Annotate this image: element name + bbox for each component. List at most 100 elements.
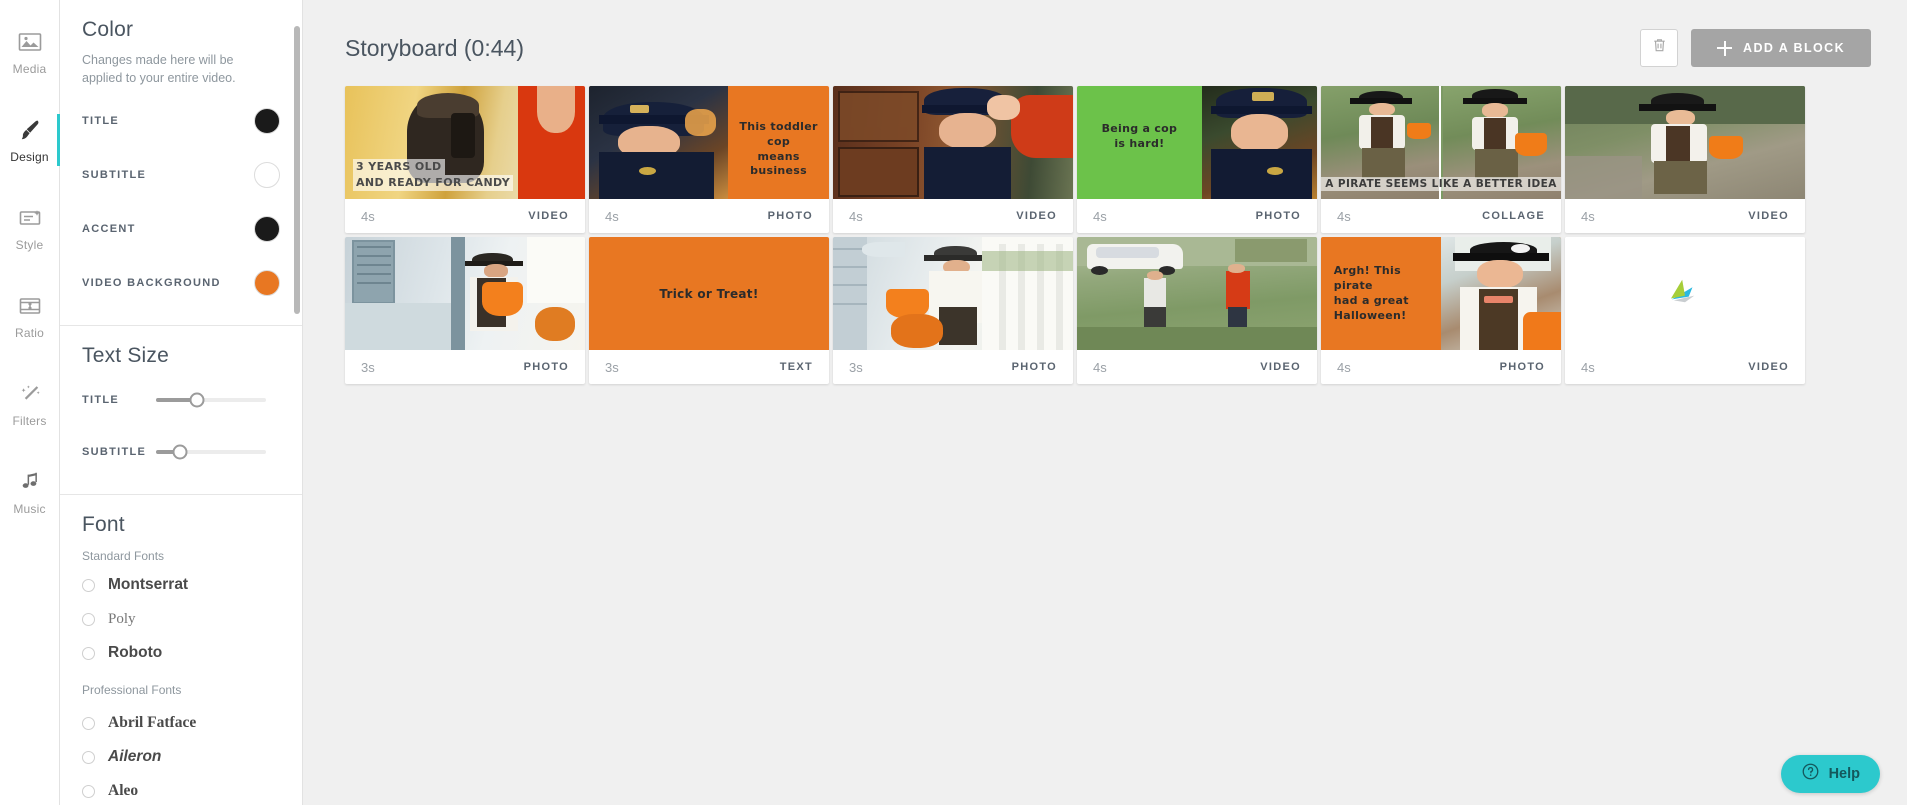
text-size-section: Text Size TITLE SUBTITLE <box>60 326 302 472</box>
block-footer: 3s PHOTO <box>833 350 1073 384</box>
wand-icon <box>16 380 44 408</box>
storyboard-block-4[interactable]: Being a cop is hard! 4s PHOTO <box>1077 86 1317 233</box>
image-icon <box>16 28 44 56</box>
block-caption: Being a cop is hard! <box>1101 122 1178 150</box>
block-footer: 4s VIDEO <box>345 199 585 233</box>
collage-caption-text: A PIRATE SEEMS LIKE A BETTER IDEA <box>1321 177 1561 191</box>
storyboard-block-10[interactable]: 4s VIDEO <box>1077 237 1317 384</box>
font-option-poly[interactable]: Poly <box>82 607 280 631</box>
color-swatch-accent[interactable] <box>254 216 280 243</box>
block-footer: 4s PHOTO <box>589 199 829 233</box>
subtitle-size-slider[interactable] <box>156 444 266 460</box>
storyboard-block-5[interactable]: A PIRATE SEEMS LIKE A BETTER IDEA 4s COL… <box>1321 86 1561 233</box>
rail-item-filters[interactable]: Filters <box>0 360 60 448</box>
storyboard-block-11[interactable]: Argh! This pirate had a great Halloween!… <box>1321 237 1561 384</box>
slider-knob[interactable] <box>172 444 188 460</box>
storyboard-block-3[interactable]: 4s VIDEO <box>833 86 1073 233</box>
block-duration: 3s <box>849 359 863 375</box>
radio-icon[interactable] <box>82 716 95 730</box>
font-option-label: Roboto <box>108 644 163 662</box>
color-row-label: VIDEO BACKGROUND <box>82 277 221 290</box>
storyboard-block-1[interactable]: 3 YEARS OLD AND READY FOR CANDY 4s VIDEO <box>345 86 585 233</box>
color-row-title[interactable]: TITLE <box>82 101 280 141</box>
block-thumbnail[interactable]: Argh! This pirate had a great Halloween! <box>1321 237 1561 350</box>
block-thumbnail[interactable] <box>833 86 1073 199</box>
rail-item-style[interactable]: Style <box>0 184 60 272</box>
font-option-label: Aleo <box>108 782 139 800</box>
block-thumbnail[interactable] <box>1077 237 1317 350</box>
block-caption: 3 YEARS OLD AND READY FOR CANDY <box>353 159 514 191</box>
block-type: PHOTO <box>1011 361 1057 373</box>
rail-item-ratio[interactable]: Ratio <box>0 272 60 360</box>
color-swatch-subtitle[interactable] <box>254 162 280 189</box>
rail-item-music[interactable]: Music <box>0 448 60 536</box>
font-group-label-professional: Professional Fonts <box>82 683 182 698</box>
block-footer: 4s COLLAGE <box>1321 199 1561 233</box>
help-button[interactable]: Help <box>1780 755 1880 793</box>
rail-item-label: Filters <box>12 414 47 428</box>
delete-block-button[interactable] <box>1640 29 1679 67</box>
radio-icon[interactable] <box>82 612 95 626</box>
font-option-roboto[interactable]: Roboto <box>82 641 280 665</box>
block-duration: 4s <box>1093 359 1107 375</box>
rail-item-media[interactable]: Media <box>0 8 60 96</box>
storyboard-block-7[interactable]: 3s PHOTO <box>345 237 585 384</box>
panel-scrollbar[interactable] <box>294 26 300 314</box>
radio-icon[interactable] <box>82 784 95 798</box>
block-duration: 4s <box>361 208 375 224</box>
font-option-aileron[interactable]: Aileron <box>82 745 280 769</box>
storyboard-block-6[interactable]: 4s VIDEO <box>1565 86 1805 233</box>
block-thumbnail[interactable]: A PIRATE SEEMS LIKE A BETTER IDEA <box>1321 86 1561 199</box>
font-option-aleo[interactable]: Aleo <box>82 779 280 803</box>
title-size-slider[interactable] <box>156 392 266 408</box>
font-option-montserrat[interactable]: Montserrat <box>82 573 280 597</box>
color-section: Color Changes made here will be applied … <box>60 0 302 303</box>
block-type: PHOTO <box>767 210 813 222</box>
slider-knob[interactable] <box>189 392 205 408</box>
add-block-button[interactable]: ADD A BLOCK <box>1691 29 1871 67</box>
radio-icon[interactable] <box>82 578 95 592</box>
font-option-abril-fatface[interactable]: Abril Fatface <box>82 711 280 735</box>
block-duration: 4s <box>1581 208 1595 224</box>
brush-icon <box>16 116 44 144</box>
color-swatch-title[interactable] <box>254 108 280 135</box>
question-circle-icon <box>1801 762 1820 786</box>
color-swatch-video-background[interactable] <box>254 270 280 297</box>
rail-item-label: Media <box>12 62 47 76</box>
storyboard-block-8[interactable]: Trick or Treat! 3s TEXT <box>589 237 829 384</box>
radio-icon[interactable] <box>82 646 95 660</box>
block-thumbnail[interactable]: 3 YEARS OLD AND READY FOR CANDY <box>345 86 585 199</box>
rail-item-label: Design <box>10 150 49 164</box>
animoto-logo-icon <box>1657 272 1713 315</box>
block-thumbnail[interactable]: Being a cop is hard! <box>1077 86 1317 199</box>
block-caption: Trick or Treat! <box>659 286 759 301</box>
ratio-icon <box>16 292 44 320</box>
rail-item-design[interactable]: Design <box>0 96 60 184</box>
storyboard-area: Storyboard (0:44) ADD A BLOCK 3 YEARS OL… <box>303 0 1907 805</box>
rail-item-label: Style <box>15 238 44 252</box>
block-duration: 4s <box>1337 208 1351 224</box>
block-thumbnail[interactable]: Trick or Treat! <box>589 237 829 350</box>
block-thumbnail[interactable] <box>1565 86 1805 199</box>
color-row-video-background[interactable]: VIDEO BACKGROUND <box>82 263 280 303</box>
block-footer: 4s VIDEO <box>1565 199 1805 233</box>
block-thumbnail[interactable]: This toddler cop means business <box>589 86 829 199</box>
block-footer: 3s TEXT <box>589 350 829 384</box>
text-size-row-label: TITLE <box>82 394 120 407</box>
font-option-label: Aileron <box>108 748 162 766</box>
block-thumbnail[interactable] <box>1565 237 1805 350</box>
rail-item-label: Music <box>13 502 46 516</box>
block-type: VIDEO <box>528 210 569 222</box>
app-root: Media Design Style Ratio Filters Music C… <box>0 0 1907 805</box>
trash-icon <box>1650 36 1669 60</box>
font-group-label-standard: Standard Fonts <box>82 549 165 564</box>
radio-icon[interactable] <box>82 750 95 764</box>
storyboard-block-2[interactable]: This toddler cop means business 4s PHOTO <box>589 86 829 233</box>
block-thumbnail[interactable] <box>833 237 1073 350</box>
block-thumbnail[interactable] <box>345 237 585 350</box>
color-row-accent[interactable]: ACCENT <box>82 209 280 249</box>
storyboard-block-12[interactable]: 4s VIDEO <box>1565 237 1805 384</box>
storyboard-block-9[interactable]: 3s PHOTO <box>833 237 1073 384</box>
block-type: VIDEO <box>1260 361 1301 373</box>
color-row-subtitle[interactable]: SUBTITLE <box>82 155 280 195</box>
